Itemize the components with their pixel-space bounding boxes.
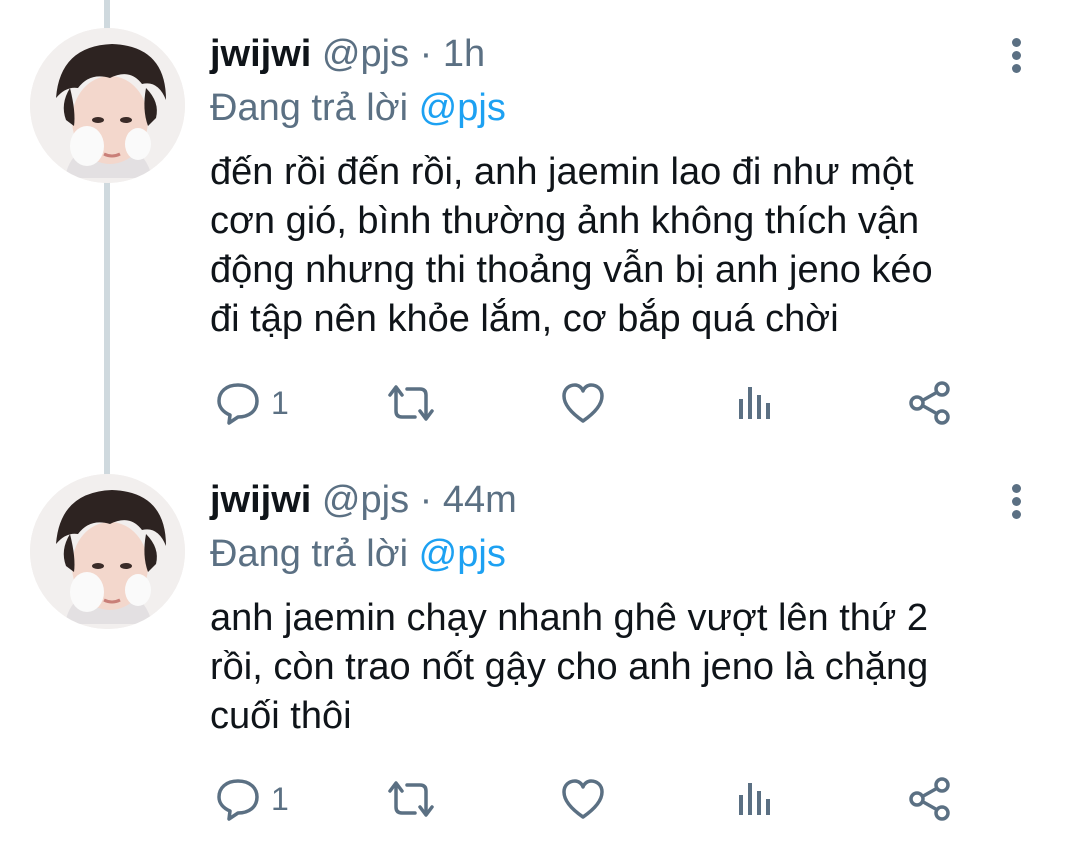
heart-icon [562, 779, 604, 819]
timestamp[interactable]: 44m [443, 479, 517, 521]
tweet-text: đến rồi đến rồi, anh jaemin lao đi như m… [210, 151, 933, 340]
share-icon [909, 381, 950, 425]
heart-icon [562, 383, 604, 423]
user-handle[interactable]: @pjs [322, 479, 409, 521]
mention-link[interactable]: @pjs [419, 87, 506, 129]
analytics-button[interactable] [735, 774, 775, 824]
like-button[interactable] [560, 378, 606, 428]
reply-icon [217, 383, 259, 425]
retweet-icon [388, 781, 434, 817]
replying-to-label: Đang trả lời [210, 533, 409, 575]
replying-to-label: Đang trả lời [210, 87, 409, 129]
analytics-button[interactable] [735, 378, 775, 428]
more-options-icon[interactable] [998, 480, 1038, 524]
share-button[interactable] [907, 378, 953, 428]
timestamp[interactable]: 1h [443, 33, 485, 75]
replying-to: Đang trả lời @pjs [210, 84, 506, 132]
display-name[interactable]: jwijwi [210, 33, 311, 75]
retweet-button[interactable] [385, 774, 437, 824]
share-button[interactable] [907, 774, 953, 824]
retweet-icon [388, 385, 434, 421]
tweet-header: jwijwi @pjs · 44m [210, 476, 517, 524]
reply-count: 1 [271, 384, 289, 421]
user-handle[interactable]: @pjs [322, 33, 409, 75]
more-options-icon[interactable] [998, 34, 1038, 78]
reply-icon [217, 779, 259, 821]
reply-count: 1 [271, 780, 289, 817]
avatar[interactable] [30, 28, 185, 183]
action-bar: 1 [210, 774, 970, 824]
analytics-icon [739, 783, 770, 815]
analytics-icon [739, 387, 770, 419]
tweet-text: anh jaemin chạy nhanh ghê vượt lên thứ 2… [210, 597, 929, 737]
like-button[interactable] [560, 774, 606, 824]
tweet-header: jwijwi @pjs · 1h [210, 30, 485, 78]
retweet-button[interactable] [385, 378, 437, 428]
reply-button[interactable]: 1 [215, 378, 289, 428]
separator-dot: · [419, 479, 433, 521]
avatar[interactable] [30, 474, 185, 629]
separator-dot: · [419, 33, 433, 75]
display-name[interactable]: jwijwi [210, 479, 311, 521]
action-bar: 1 [210, 378, 970, 428]
mention-link[interactable]: @pjs [419, 533, 506, 575]
reply-button[interactable]: 1 [215, 774, 289, 824]
replying-to: Đang trả lời @pjs [210, 530, 506, 578]
share-icon [909, 777, 950, 821]
